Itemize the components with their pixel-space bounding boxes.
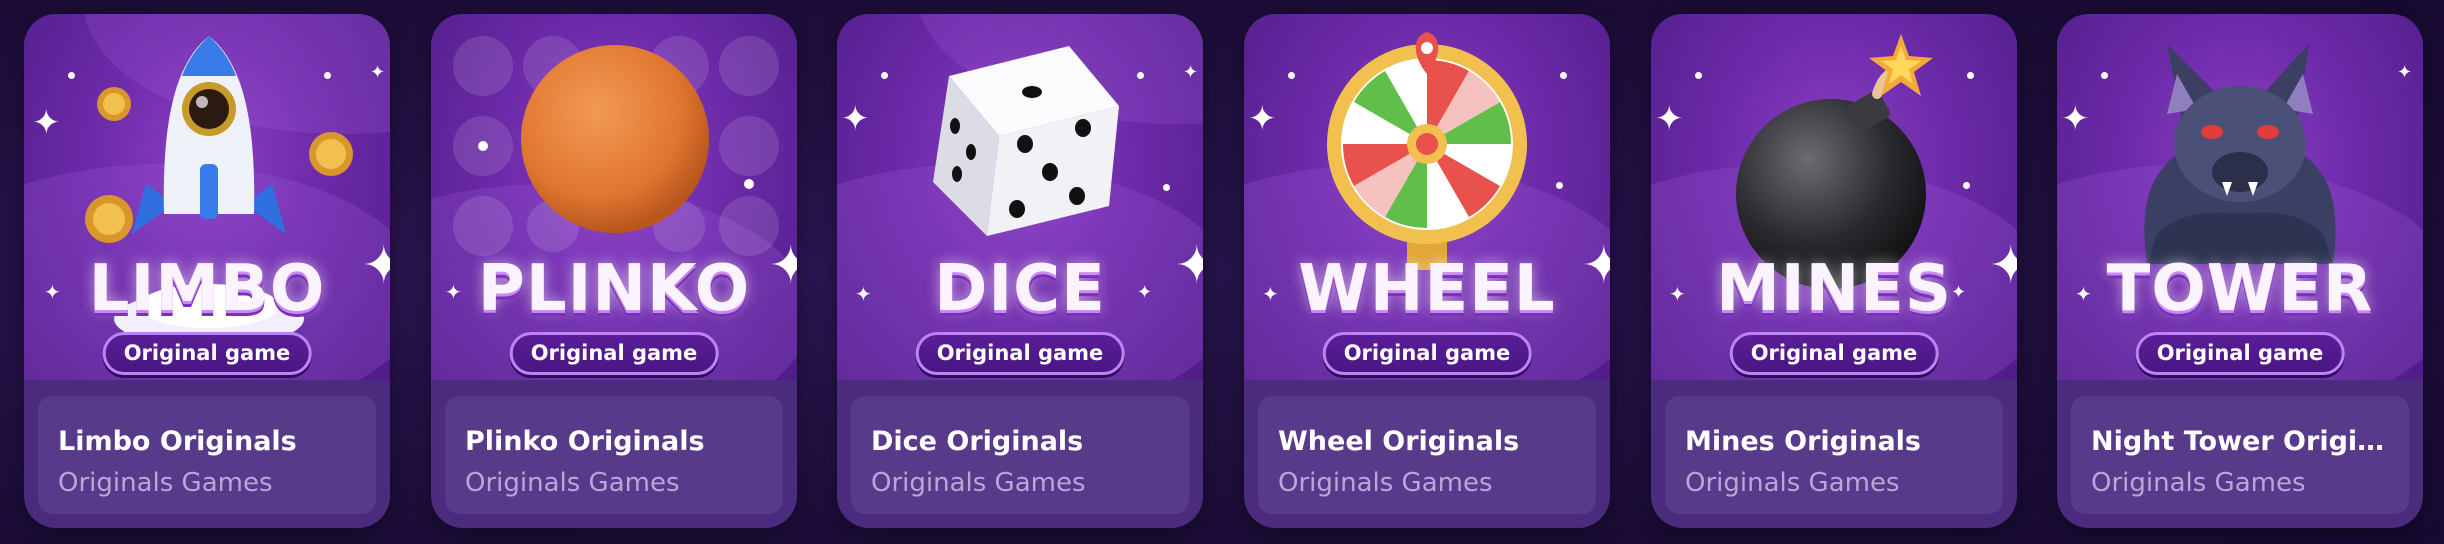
original-game-badge: Original game <box>1322 332 1532 375</box>
game-card-tower[interactable]: ✦ ✦ ✦ TOWER Original game Night Tower Or… <box>2057 14 2423 528</box>
game-category: Originals Games <box>871 468 1086 498</box>
game-title: Dice Originals <box>871 426 1084 457</box>
game-category: Originals Games <box>2091 468 2306 498</box>
game-card-limbo[interactable]: ✦ ✦ ✦ ✦ LIMBO Original game Limbo Origin… <box>24 14 390 528</box>
card-info-panel: Dice Originals Originals Games <box>851 396 1189 514</box>
game-logo-text: TOWER <box>2106 252 2374 326</box>
original-game-badge: Original game <box>2135 332 2345 375</box>
card-info-panel: Night Tower Originals Originals Games <box>2071 396 2409 514</box>
original-game-badge: Original game <box>1729 332 1939 375</box>
game-category: Originals Games <box>1685 468 1900 498</box>
card-info-panel: Mines Originals Originals Games <box>1665 396 2003 514</box>
game-category: Originals Games <box>58 468 273 498</box>
game-card-wheel[interactable]: ✦ ✦ ✦ WHEEL Original game Wheel Original… <box>1244 14 1610 528</box>
card-info-panel: Plinko Originals Originals Games <box>445 396 783 514</box>
game-logo-text: PLINKO <box>477 252 751 326</box>
original-game-badge: Original game <box>509 332 719 375</box>
game-category: Originals Games <box>1278 468 1493 498</box>
original-game-badge: Original game <box>102 332 312 375</box>
originals-games-row: ✦ ✦ ✦ ✦ LIMBO Original game Limbo Origin… <box>0 0 2444 544</box>
game-logo-text: DICE <box>934 252 1106 326</box>
game-title: Wheel Originals <box>1278 426 1520 457</box>
card-info-panel: Wheel Originals Originals Games <box>1258 396 1596 514</box>
game-title: Mines Originals <box>1685 426 1921 457</box>
game-title: Night Tower Originals <box>2091 426 2399 457</box>
original-game-badge: Original game <box>915 332 1125 375</box>
game-category: Originals Games <box>465 468 680 498</box>
game-logo-text: LIMBO <box>88 252 326 326</box>
game-title: Plinko Originals <box>465 426 705 457</box>
game-logo-text: WHEEL <box>1298 252 1556 326</box>
game-logo-text: MINES <box>1716 252 1952 326</box>
game-title: Limbo Originals <box>58 426 297 457</box>
game-card-plinko[interactable]: ✦ ✦ PLINKO Original game Plinko Original… <box>431 14 797 528</box>
game-card-mines[interactable]: ✦ ✦ ✦ ✦ MINES Original game Mines Origin… <box>1651 14 2017 528</box>
game-card-dice[interactable]: ✦ ✦ ✦ ✦ ✦ DICE Original game Dice Origin… <box>837 14 1203 528</box>
card-info-panel: Limbo Originals Originals Games <box>38 396 376 514</box>
